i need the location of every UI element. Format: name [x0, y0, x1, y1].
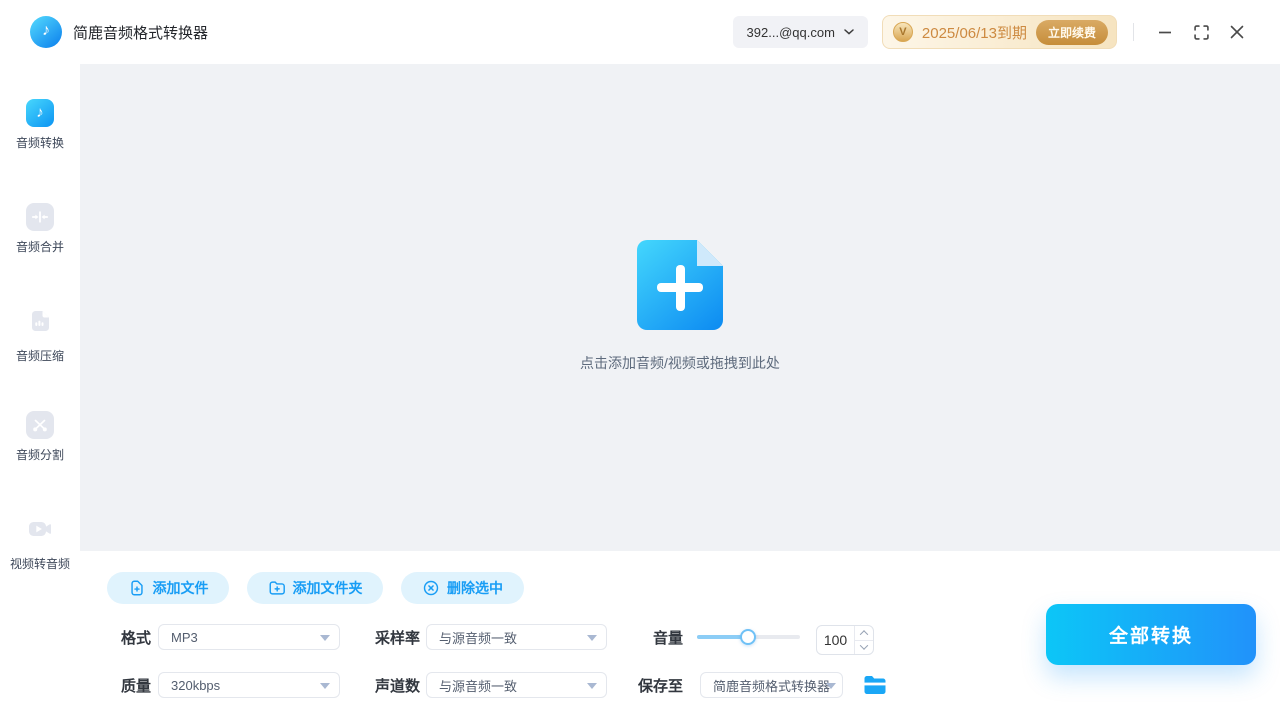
save-to-value: 简鹿音频格式转换器: [713, 676, 830, 695]
sidebar-item-audio-compress[interactable]: 音频压缩: [0, 307, 80, 369]
caret-down-icon: [860, 642, 868, 650]
video-camera-icon: [26, 515, 54, 548]
sample-rate-value: 与源音频一致: [439, 628, 517, 647]
circle-x-icon: [422, 579, 440, 597]
folder-icon: [863, 675, 887, 695]
close-button[interactable]: [1222, 17, 1252, 47]
maximize-button[interactable]: [1186, 17, 1216, 47]
close-icon: [1230, 25, 1244, 39]
format-label: 格式: [121, 624, 151, 650]
add-folder-label: 添加文件夹: [293, 578, 363, 598]
titlebar-right: 392...@qq.com V 2025/06/13到期 立即续费: [733, 15, 1252, 49]
sidebar-item-label: 视频转音频: [10, 555, 70, 572]
sidebar-item-audio-convert[interactable]: ♪ 音频转换: [0, 99, 80, 161]
drop-hint-text: 点击添加音频/视频或拖拽到此处: [580, 353, 780, 373]
save-to-select[interactable]: 简鹿音频格式转换器: [700, 672, 843, 698]
sample-rate-select[interactable]: 与源音频一致: [426, 624, 607, 650]
chevron-down-icon: [320, 635, 330, 641]
browse-folder-button[interactable]: [862, 673, 888, 697]
spinner-buttons: [854, 626, 873, 654]
sidebar-item-label: 音频压缩: [16, 347, 64, 364]
channels-select[interactable]: 与源音频一致: [426, 672, 607, 698]
quality-label: 质量: [121, 672, 151, 698]
quality-select[interactable]: 320kbps: [158, 672, 340, 698]
sidebar-item-label: 音频分割: [16, 446, 64, 463]
vip-expiry-text: 2025/06/13到期: [922, 22, 1027, 43]
sidebar-item-label: 音频转换: [16, 134, 64, 151]
volume-input[interactable]: [817, 626, 854, 654]
scissors-icon: [26, 411, 54, 439]
file-drop-area[interactable]: 点击添加音频/视频或拖拽到此处: [80, 64, 1280, 551]
chevron-down-icon: [826, 683, 836, 689]
delete-selected-button[interactable]: 删除选中: [401, 572, 524, 604]
app-brand: ♪ 简鹿音频格式转换器: [30, 16, 208, 48]
caret-up-icon: [860, 630, 868, 638]
format-select[interactable]: MP3: [158, 624, 340, 650]
add-file-label: 添加文件: [153, 578, 209, 598]
sidebar: ♪ 音频转换 音频合并 音频压缩: [0, 64, 80, 720]
chevron-down-icon: [587, 683, 597, 689]
channels-value: 与源音频一致: [439, 676, 517, 695]
title-bar: ♪ 简鹿音频格式转换器 392...@qq.com V 2025/06/13到期…: [0, 0, 1280, 64]
window-controls: [1150, 17, 1252, 47]
music-note-icon: ♪: [42, 23, 50, 39]
app-title: 简鹿音频格式转换器: [73, 22, 208, 43]
sample-rate-label: 采样率: [375, 624, 420, 650]
add-folder-button[interactable]: 添加文件夹: [247, 572, 383, 604]
account-email: 392...@qq.com: [747, 25, 835, 40]
renew-button[interactable]: 立即续费: [1036, 20, 1108, 45]
add-file-button[interactable]: 添加文件: [107, 572, 229, 604]
maximize-icon: [1194, 25, 1209, 40]
divider: [1133, 23, 1134, 41]
vip-status-badge: V 2025/06/13到期 立即续费: [882, 15, 1117, 49]
compress-file-icon: [26, 307, 54, 340]
convert-all-button[interactable]: 全部转换: [1046, 604, 1256, 665]
music-note-icon: ♪: [26, 99, 54, 127]
chevron-down-icon: [320, 683, 330, 689]
sidebar-item-audio-merge[interactable]: 音频合并: [0, 203, 80, 265]
minimize-icon: [1158, 25, 1172, 39]
slider-handle[interactable]: [740, 629, 756, 645]
delete-selected-label: 删除选中: [447, 578, 503, 598]
app-logo-icon: ♪: [30, 16, 62, 48]
save-to-label: 保存至: [638, 672, 683, 698]
channels-label: 声道数: [375, 672, 420, 698]
minimize-button[interactable]: [1150, 17, 1180, 47]
chevron-down-icon: [844, 29, 854, 35]
volume-label: 音量: [653, 624, 683, 650]
folder-plus-icon: [268, 579, 286, 597]
volume-slider[interactable]: [697, 624, 800, 650]
sidebar-item-video-to-audio[interactable]: 视频转音频: [0, 515, 80, 577]
volume-spinner: [816, 625, 874, 655]
app-window: ♪ 简鹿音频格式转换器 392...@qq.com V 2025/06/13到期…: [0, 0, 1280, 720]
sidebar-item-audio-split[interactable]: 音频分割: [0, 411, 80, 473]
chevron-down-icon: [587, 635, 597, 641]
file-plus-icon: [128, 579, 146, 597]
format-value: MP3: [171, 630, 198, 645]
merge-arrows-icon: [26, 203, 54, 231]
file-plus-icon[interactable]: [637, 240, 723, 330]
spinner-up-button[interactable]: [855, 626, 873, 641]
quality-value: 320kbps: [171, 678, 220, 693]
sidebar-item-label: 音频合并: [16, 238, 64, 255]
account-dropdown[interactable]: 392...@qq.com: [733, 16, 868, 48]
spinner-down-button[interactable]: [855, 641, 873, 655]
vip-icon: V: [893, 22, 913, 42]
